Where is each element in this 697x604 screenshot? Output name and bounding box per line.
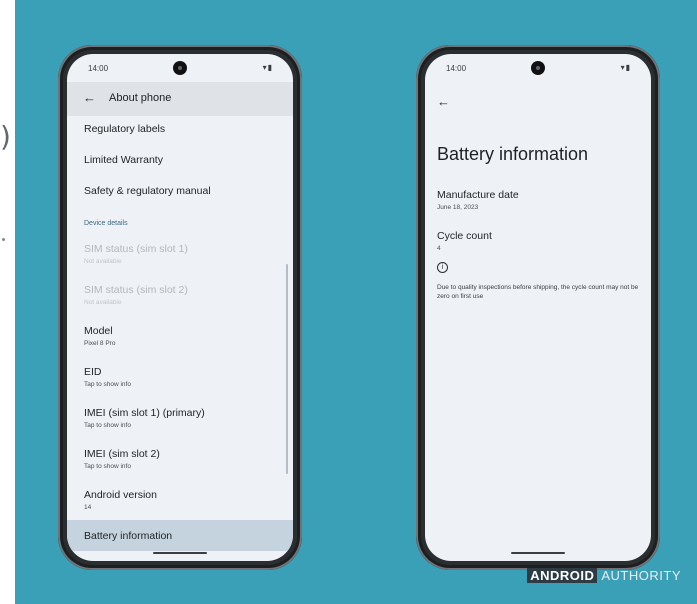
screen-about-phone: 14:00 ▾▮ ← About phone Regulatory labels… — [67, 54, 293, 561]
home-indicator[interactable] — [511, 552, 565, 554]
front-camera — [173, 61, 187, 75]
list-item-imei-2[interactable]: IMEI (sim slot 2) Tap to show info — [67, 438, 293, 479]
cycle-count-value: 4 — [437, 245, 441, 252]
row-subtitle: Not available — [84, 299, 122, 306]
cycle-count-note: Due to quality inspections before shippi… — [437, 284, 639, 300]
status-bar: 14:00 ▾▮ — [425, 54, 651, 82]
battery-icon: ▮ — [267, 63, 273, 72]
row-title: Limited Warranty — [84, 154, 163, 166]
row-subtitle: Tap to show info — [84, 463, 131, 470]
row-subtitle: Pixel 8 Pro — [84, 340, 116, 347]
section-header-device-details: Device details — [84, 220, 128, 227]
status-time: 14:00 — [88, 64, 109, 73]
list-item-sim-status-2: SIM status (sim slot 2) Not available — [67, 274, 293, 315]
cycle-count-item: Cycle count 4 — [437, 230, 492, 252]
scrollbar[interactable] — [286, 264, 288, 474]
manufacture-date-label: Manufacture date — [437, 189, 519, 201]
row-title: SIM status (sim slot 2) — [84, 284, 188, 296]
phone-right: 14:00 ▾▮ ← Battery information Manufactu… — [416, 45, 660, 570]
back-arrow-icon[interactable]: ← — [437, 94, 450, 109]
page-title: Battery information — [437, 144, 589, 164]
page-title: About phone — [109, 92, 172, 104]
watermark-part2: AUTHORITY — [601, 568, 681, 583]
list-item-battery-information[interactable]: Battery information — [67, 520, 293, 551]
list-item-android-version[interactable]: Android version 14 — [67, 479, 293, 520]
row-title: Battery information — [84, 530, 173, 542]
cropped-glyph: ) — [0, 120, 11, 153]
row-title: Android version — [84, 489, 157, 501]
app-bar: ← About phone — [67, 82, 293, 116]
watermark-logo: ANDROID AUTHORITY — [527, 568, 681, 583]
status-icons: ▾▮ — [263, 63, 273, 72]
list-item-regulatory-labels[interactable]: Regulatory labels — [67, 116, 293, 147]
phone-left: 14:00 ▾▮ ← About phone Regulatory labels… — [58, 45, 302, 570]
row-title: Safety & regulatory manual — [84, 185, 211, 197]
status-icons: ▾▮ — [621, 63, 631, 72]
cycle-count-label: Cycle count — [437, 230, 492, 242]
manufacture-date-item: Manufacture date June 18, 2023 — [437, 189, 519, 211]
row-title: EID — [84, 366, 102, 378]
row-title: Regulatory labels — [84, 123, 166, 135]
battery-icon: ▮ — [625, 63, 631, 72]
list-item-sim-status-1: SIM status (sim slot 1) Not available — [67, 233, 293, 274]
row-subtitle: Tap to show info — [84, 381, 131, 388]
list-item-safety-manual[interactable]: Safety & regulatory manual — [67, 178, 293, 209]
list-item-model[interactable]: Model Pixel 8 Pro — [67, 315, 293, 356]
status-time: 14:00 — [446, 64, 467, 73]
row-subtitle: Tap to show info — [84, 422, 131, 429]
list-item-limited-warranty[interactable]: Limited Warranty — [67, 147, 293, 178]
cropped-dot — [2, 238, 5, 241]
info-icon: i — [437, 262, 448, 273]
manufacture-date-value: June 18, 2023 — [437, 204, 479, 211]
screen-battery-information: 14:00 ▾▮ ← Battery information Manufactu… — [425, 54, 651, 561]
watermark-part1: ANDROID — [527, 568, 598, 583]
row-subtitle: 14 — [84, 504, 92, 511]
list-item-imei-1[interactable]: IMEI (sim slot 1) (primary) Tap to show … — [67, 397, 293, 438]
status-bar: 14:00 ▾▮ — [67, 54, 293, 82]
front-camera — [531, 61, 545, 75]
row-title: IMEI (sim slot 1) (primary) — [84, 407, 205, 419]
row-title: Model — [84, 325, 113, 337]
row-title: SIM status (sim slot 1) — [84, 243, 188, 255]
settings-list: Regulatory labels Limited Warranty Safet… — [67, 116, 293, 551]
list-item-eid[interactable]: EID Tap to show info — [67, 356, 293, 397]
row-title: IMEI (sim slot 2) — [84, 448, 160, 460]
row-subtitle: Not available — [84, 258, 122, 265]
home-indicator[interactable] — [153, 552, 207, 554]
back-arrow-icon[interactable]: ← — [83, 90, 96, 105]
